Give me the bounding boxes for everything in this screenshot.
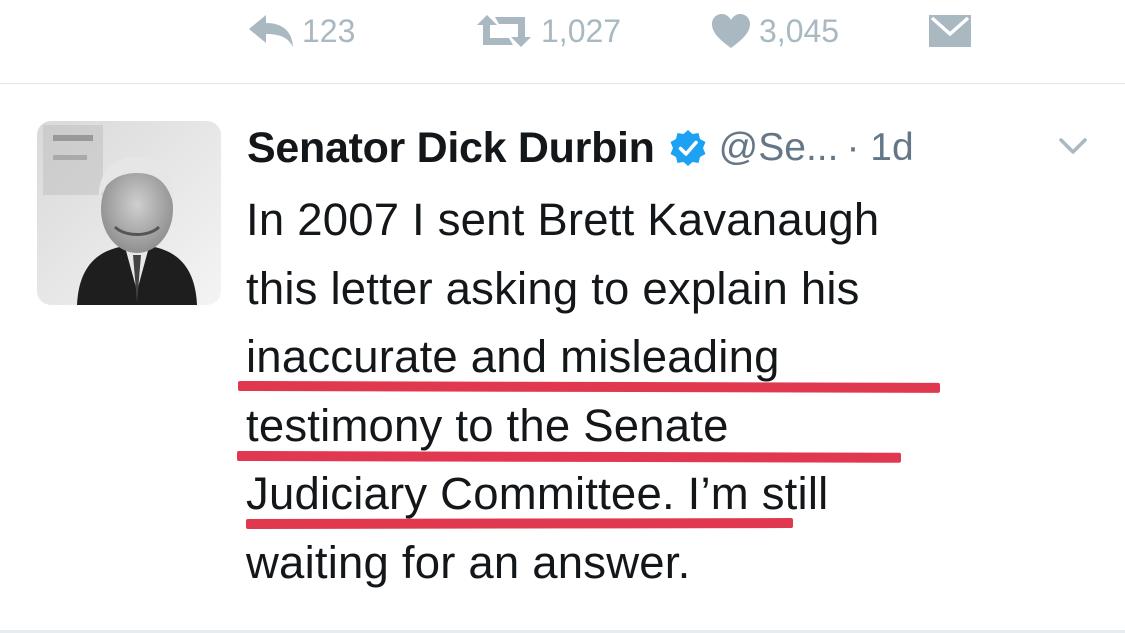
tweet-text-line: testimony to the Senate: [246, 399, 729, 451]
avatar[interactable]: [37, 121, 221, 305]
red-highlight-underline: [236, 451, 902, 463]
tweet-action-bar: 123 1,027 3,045: [0, 0, 1125, 62]
verified-badge-icon: [669, 129, 707, 167]
retweet-count: 1,027: [541, 12, 622, 49]
retweet-button[interactable]: 1,027: [475, 8, 621, 54]
red-highlight-underline: [245, 518, 794, 529]
author-name[interactable]: Senator Dick Durbin: [247, 124, 655, 173]
retweet-icon: [475, 14, 533, 48]
author-handle[interactable]: @Se...: [719, 126, 839, 170]
envelope-icon: [928, 14, 972, 48]
tweet-timestamp[interactable]: · 1d: [846, 126, 913, 170]
direct-message-button[interactable]: [928, 8, 972, 54]
like-count: 3,045: [759, 12, 840, 49]
red-highlight-underline: [237, 381, 941, 393]
tweet-header: Senator Dick Durbin @Se... · 1d: [247, 118, 914, 178]
tweet-divider: [0, 83, 1125, 84]
chevron-down-icon[interactable]: [1058, 136, 1088, 161]
like-button[interactable]: 3,045: [711, 8, 839, 54]
heart-icon: [711, 13, 751, 49]
reply-icon: [248, 14, 294, 48]
tweet-text-line: this letter asking to explain his: [246, 262, 860, 314]
reply-count: 123: [302, 12, 356, 49]
tweet-text-line: waiting for an answer.: [246, 536, 691, 588]
tweet-text-line: In 2007 I sent Brett Kavanaugh: [246, 194, 880, 245]
reply-button[interactable]: 123: [248, 8, 355, 54]
